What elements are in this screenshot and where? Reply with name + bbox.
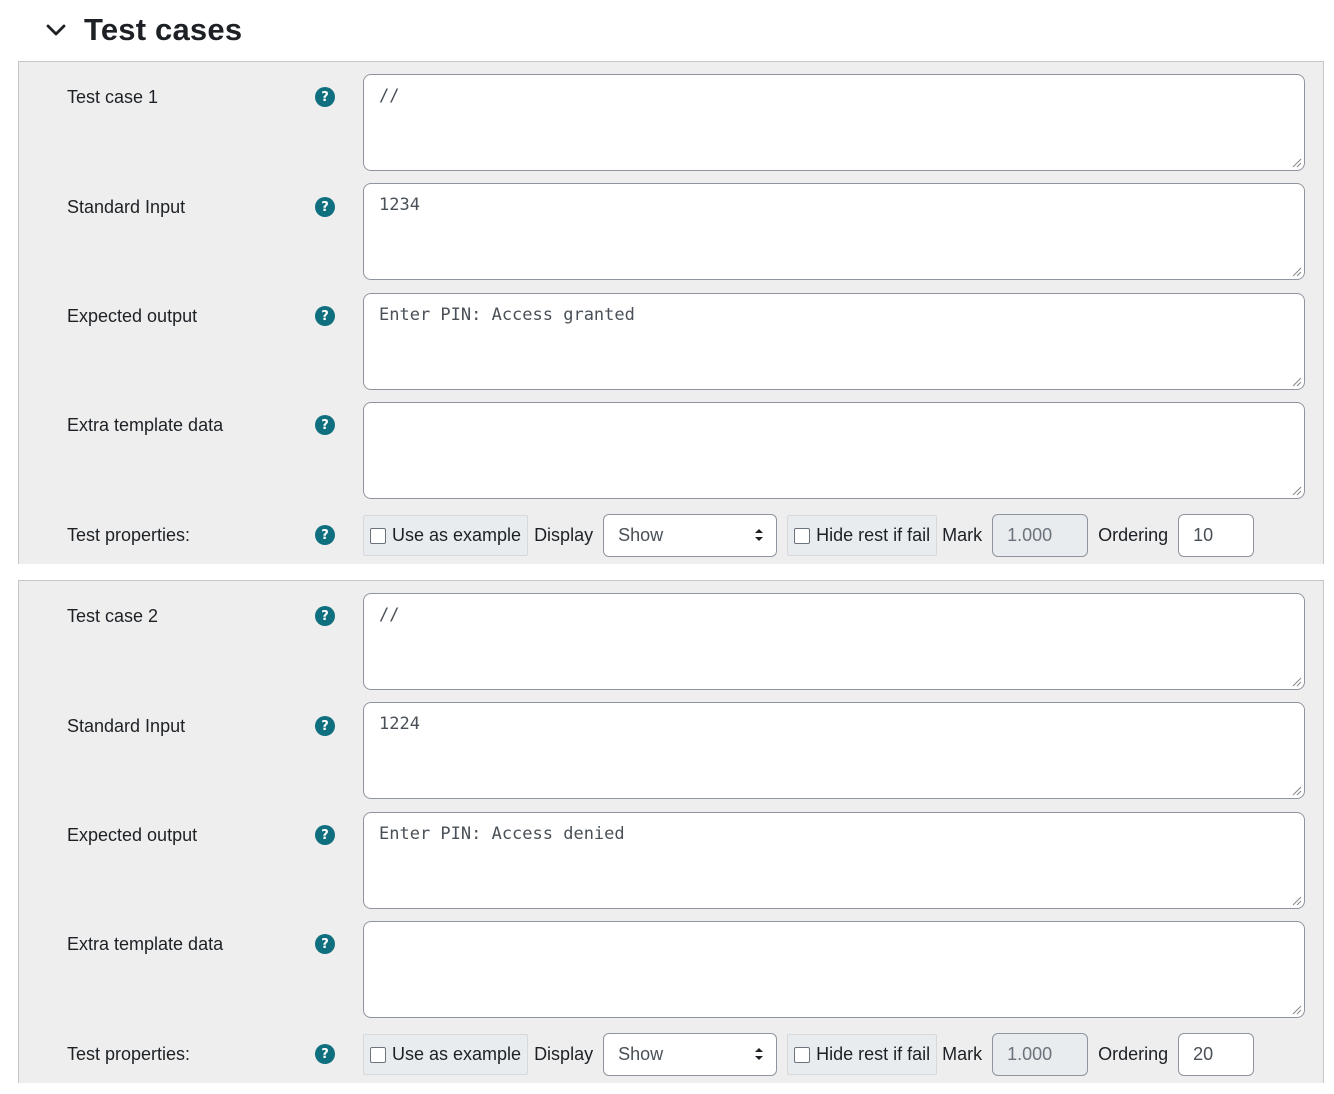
select-arrows-icon xyxy=(755,1048,764,1060)
standard-input-label: Standard Input xyxy=(67,197,186,217)
help-icon[interactable]: ? xyxy=(315,1044,335,1064)
display-select[interactable]: Show xyxy=(603,1033,778,1076)
expected-output-label: Expected output xyxy=(67,825,198,845)
testcase-code-text: // xyxy=(379,86,400,106)
testcase-panel-1: Test case 1 ? // Standard Input ? 1234 E… xyxy=(18,61,1324,564)
use-as-example-label: Use as example xyxy=(392,525,522,545)
display-select-value: Show xyxy=(618,525,664,545)
use-as-example-group: Use as example xyxy=(363,515,529,556)
select-arrows-icon xyxy=(755,529,764,541)
hide-rest-if-fail-label: Hide rest if fail xyxy=(816,525,931,545)
expected-output-label: Expected output xyxy=(67,306,198,326)
use-as-example-label: Use as example xyxy=(392,1044,522,1064)
resize-grip-icon[interactable] xyxy=(1292,1005,1302,1015)
help-icon[interactable]: ? xyxy=(315,525,335,545)
help-icon[interactable]: ? xyxy=(315,934,335,954)
mark-label: Mark xyxy=(942,525,983,545)
use-as-example-checkbox[interactable] xyxy=(370,527,386,544)
chevron-down-icon[interactable] xyxy=(40,14,72,46)
expected-output-textarea[interactable]: Enter PIN: Access denied xyxy=(363,812,1305,909)
testcase-code-textarea[interactable]: // xyxy=(363,74,1305,171)
resize-grip-icon[interactable] xyxy=(1292,486,1302,496)
resize-grip-icon[interactable] xyxy=(1292,267,1302,277)
hide-rest-if-fail-label: Hide rest if fail xyxy=(816,1044,931,1064)
help-icon[interactable]: ? xyxy=(315,415,335,435)
resize-grip-icon[interactable] xyxy=(1292,786,1302,796)
hide-rest-if-fail-checkbox[interactable] xyxy=(794,527,811,544)
ordering-input[interactable]: 20 xyxy=(1178,1033,1255,1076)
extra-template-data-label: Extra template data xyxy=(67,415,224,435)
ordering-label: Ordering xyxy=(1098,525,1169,545)
mark-input[interactable]: 1.000 xyxy=(992,514,1089,557)
testcase-code-textarea[interactable]: // xyxy=(363,593,1305,690)
expected-output-textarea[interactable]: Enter PIN: Access granted xyxy=(363,293,1305,390)
expected-output-text: Enter PIN: Access denied xyxy=(379,824,625,844)
help-icon[interactable]: ? xyxy=(315,716,335,736)
section-header: Test cases xyxy=(40,8,242,52)
extra-template-data-label: Extra template data xyxy=(67,934,224,954)
standard-input-text: 1234 xyxy=(379,195,420,215)
help-icon[interactable]: ? xyxy=(315,825,335,845)
display-label: Display xyxy=(534,525,594,545)
section-title: Test cases xyxy=(84,12,243,47)
test-properties-controls: Use as example Display Show Hide rest if… xyxy=(363,1033,1255,1076)
standard-input-textarea[interactable]: 1234 xyxy=(363,183,1305,280)
test-properties-controls: Use as example Display Show Hide rest if… xyxy=(363,514,1255,557)
resize-grip-icon[interactable] xyxy=(1292,158,1302,168)
standard-input-label: Standard Input xyxy=(67,716,186,736)
expected-output-text: Enter PIN: Access granted xyxy=(379,305,635,325)
resize-grip-icon[interactable] xyxy=(1292,677,1302,687)
hide-rest-if-fail-checkbox[interactable] xyxy=(794,1046,811,1063)
help-icon[interactable]: ? xyxy=(315,606,335,626)
use-as-example-checkbox[interactable] xyxy=(370,1046,386,1063)
test-properties-label: Test properties: xyxy=(67,1044,191,1064)
mark-input[interactable]: 1.000 xyxy=(992,1033,1089,1076)
help-icon[interactable]: ? xyxy=(315,87,335,107)
use-as-example-group: Use as example xyxy=(363,1034,529,1075)
ordering-label: Ordering xyxy=(1098,1044,1169,1064)
test-properties-label: Test properties: xyxy=(67,525,191,545)
testcase-label: Test case 2 xyxy=(67,606,159,626)
mark-label: Mark xyxy=(942,1044,983,1064)
help-icon[interactable]: ? xyxy=(315,306,335,326)
testcase-label: Test case 1 xyxy=(67,87,159,107)
extra-template-data-textarea[interactable] xyxy=(363,921,1305,1018)
help-icon[interactable]: ? xyxy=(315,197,335,217)
extra-template-data-textarea[interactable] xyxy=(363,402,1305,499)
ordering-input[interactable]: 10 xyxy=(1178,514,1255,557)
display-label: Display xyxy=(534,1044,594,1064)
display-select[interactable]: Show xyxy=(603,514,778,557)
testcase-code-text: // xyxy=(379,605,400,625)
resize-grip-icon[interactable] xyxy=(1292,377,1302,387)
standard-input-textarea[interactable]: 1224 xyxy=(363,702,1305,799)
hide-rest-if-fail-group: Hide rest if fail xyxy=(787,1034,938,1075)
display-select-value: Show xyxy=(618,1044,664,1064)
hide-rest-if-fail-group: Hide rest if fail xyxy=(787,515,938,556)
testcase-panel-2: Test case 2 ? // Standard Input ? 1224 E… xyxy=(18,580,1324,1083)
resize-grip-icon[interactable] xyxy=(1292,896,1302,906)
standard-input-text: 1224 xyxy=(379,714,420,734)
